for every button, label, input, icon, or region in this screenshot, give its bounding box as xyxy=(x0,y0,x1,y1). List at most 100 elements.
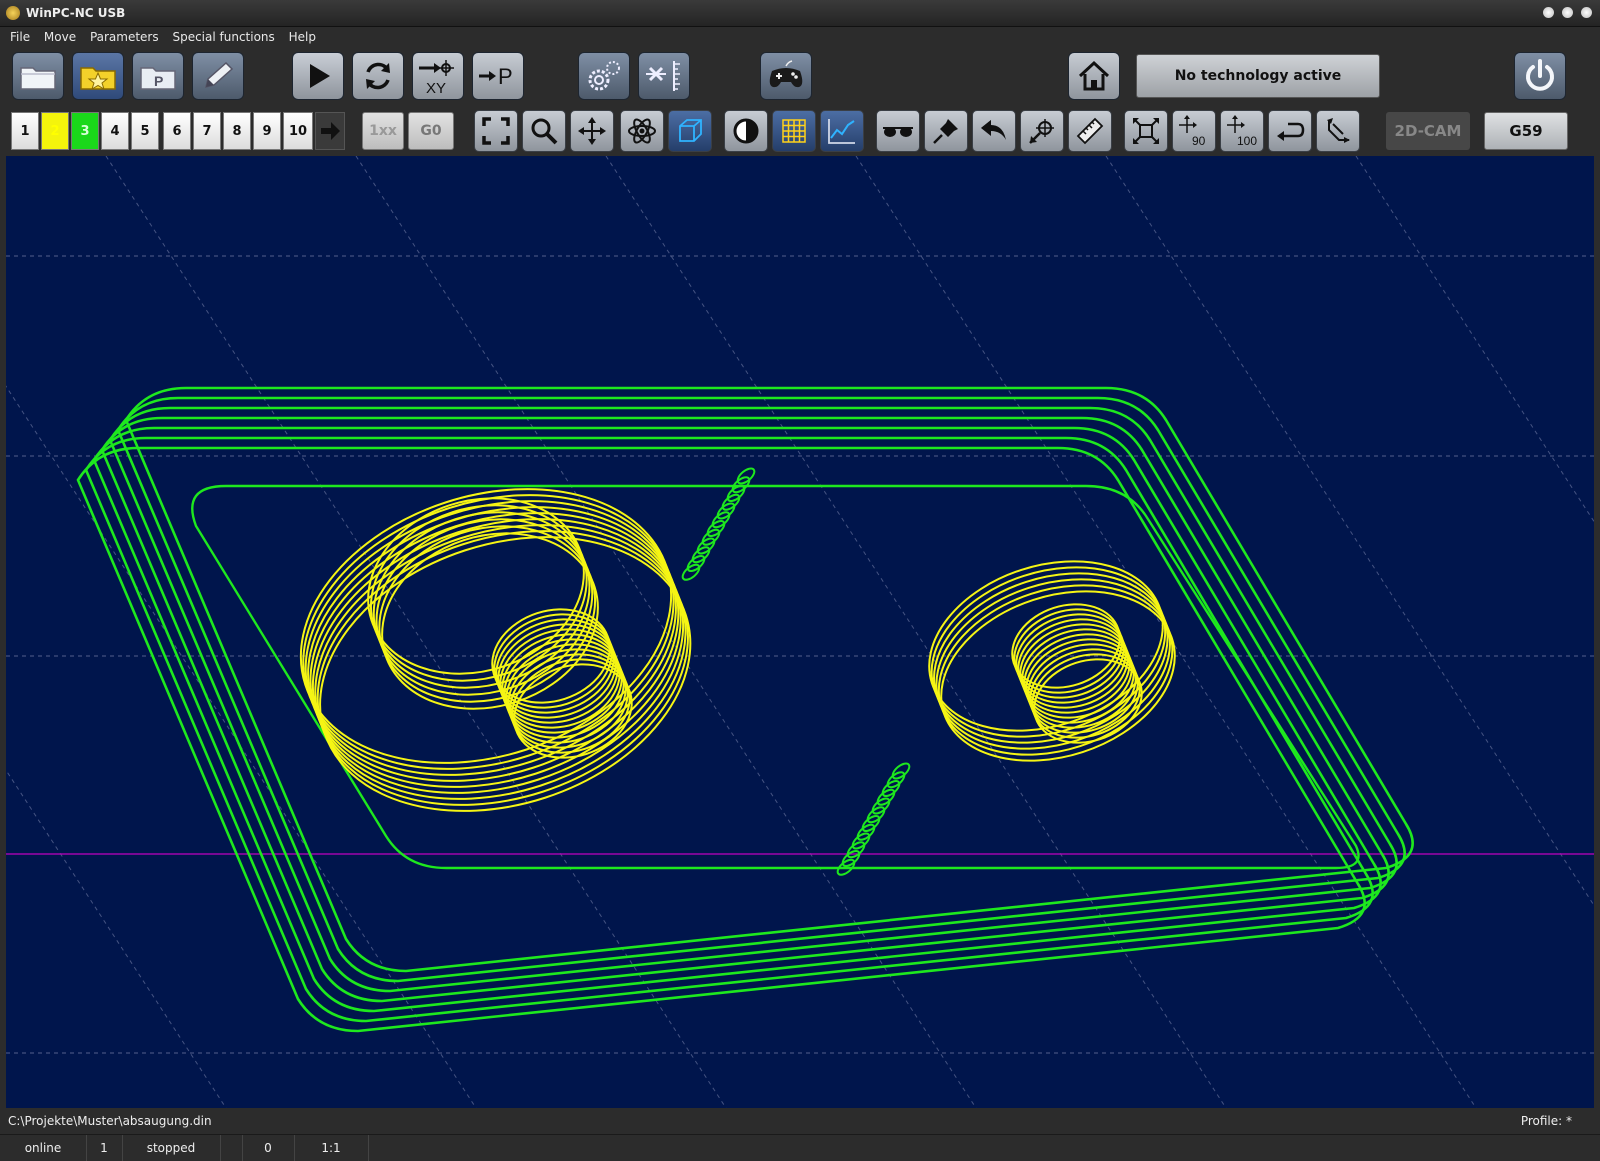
glasses-button[interactable] xyxy=(876,110,920,152)
refresh-icon xyxy=(366,62,390,90)
return-arrow-icon xyxy=(1277,122,1305,141)
toolpath-view[interactable] xyxy=(6,156,1594,1108)
g0-button[interactable]: G0 xyxy=(408,112,454,150)
menu-special-functions[interactable]: Special functions xyxy=(167,27,279,47)
repeat-button[interactable] xyxy=(352,52,404,100)
rotate-90-icon: 90 xyxy=(1179,115,1206,147)
plunge-helix-bottom xyxy=(846,841,866,859)
tool-9-button[interactable]: 9 xyxy=(253,112,281,150)
grid-icon xyxy=(782,119,806,143)
tool-7-button[interactable]: 7 xyxy=(193,112,221,150)
2d-cam-button[interactable]: 2D-CAM xyxy=(1386,112,1470,150)
tool-4-button[interactable]: 4 xyxy=(101,112,129,150)
tool-10-button[interactable]: 10 xyxy=(283,112,313,150)
tool-1-button[interactable]: 1 xyxy=(11,112,39,150)
zoom-all-button[interactable] xyxy=(474,110,518,152)
power-icon xyxy=(1526,59,1554,91)
window-title: WinPC-NC USB xyxy=(26,6,126,20)
home-button[interactable] xyxy=(1068,52,1120,100)
undo-arrow-icon xyxy=(981,120,1006,140)
title-bar: WinPC-NC USB xyxy=(0,0,1600,27)
plunge-helix-bottom xyxy=(856,823,876,841)
open-file-button[interactable] xyxy=(12,52,64,100)
axis-ruler-icon xyxy=(646,61,680,91)
plunge-helix-bottom xyxy=(861,815,881,832)
plunge-helix-bottom xyxy=(876,788,896,806)
menu-move[interactable]: Move xyxy=(39,27,81,47)
return-button[interactable] xyxy=(1268,110,1312,152)
svg-text:P: P xyxy=(498,64,513,89)
maximize-button[interactable] xyxy=(1562,7,1573,18)
manual-move-button[interactable] xyxy=(760,52,812,100)
plunge-helix-top xyxy=(691,546,711,564)
home-icon xyxy=(1078,60,1110,91)
minimize-button[interactable] xyxy=(1543,7,1554,18)
move-origin-button[interactable] xyxy=(1020,110,1064,152)
grid-button[interactable] xyxy=(772,110,816,152)
plunge-helix-bottom xyxy=(886,771,906,789)
tool-5-button[interactable]: 5 xyxy=(131,112,159,150)
simulation-button[interactable] xyxy=(620,110,664,152)
play-icon xyxy=(310,64,330,88)
pin-button[interactable] xyxy=(924,110,968,152)
counter-status: 0 xyxy=(242,1135,295,1161)
folder-star-icon xyxy=(80,67,116,91)
zoom-button[interactable] xyxy=(522,110,566,152)
pencil-icon xyxy=(204,61,234,89)
plunge-helix-top xyxy=(716,502,736,520)
plunge-helix-bottom xyxy=(891,762,911,780)
scale-arrows-icon xyxy=(1133,118,1159,144)
contrast-button[interactable] xyxy=(724,110,768,152)
scale-button[interactable] xyxy=(1124,110,1168,152)
pushpin-icon xyxy=(933,119,958,144)
grid-line xyxy=(605,156,1227,1108)
outer-contour-path xyxy=(76,446,1366,1033)
reference-axes-button[interactable] xyxy=(638,52,690,100)
close-button[interactable] xyxy=(1581,7,1592,18)
plunge-helix-top xyxy=(711,511,731,529)
move-to-park-button[interactable]: P xyxy=(472,52,524,100)
move-arrows-icon xyxy=(578,117,606,145)
edit-button[interactable] xyxy=(192,52,244,100)
menu-parameters[interactable]: Parameters xyxy=(85,27,164,47)
settings-button[interactable] xyxy=(578,52,630,100)
plunge-helix-bottom xyxy=(851,832,871,850)
tool-3-button[interactable]: 3 xyxy=(71,112,99,150)
grid-line xyxy=(1355,156,1594,523)
tool-8-button[interactable]: 8 xyxy=(223,112,251,150)
svg-text:100: 100 xyxy=(1237,134,1257,147)
start-button[interactable] xyxy=(292,52,344,100)
menu-file[interactable]: File xyxy=(0,27,35,47)
outer-contour-path xyxy=(92,426,1382,1013)
g59-offset-button[interactable]: G59 xyxy=(1484,112,1568,150)
pan-button[interactable] xyxy=(570,110,614,152)
fit-screen-icon xyxy=(482,117,510,145)
tool-status: 1 xyxy=(86,1135,123,1161)
undo-button[interactable] xyxy=(972,110,1016,152)
transform-button[interactable] xyxy=(1316,110,1360,152)
line-chart-icon xyxy=(828,119,855,144)
magnifier-icon xyxy=(531,118,558,145)
move-xy-icon: XY xyxy=(419,60,454,96)
status-empty xyxy=(220,1135,243,1161)
measure-button[interactable] xyxy=(1068,110,1112,152)
chart-view-button[interactable] xyxy=(820,110,864,152)
rotate-90-button[interactable]: 90 xyxy=(1172,110,1216,152)
power-button[interactable] xyxy=(1514,52,1566,100)
3d-view-button[interactable] xyxy=(668,110,712,152)
plunge-helix-top xyxy=(701,528,721,546)
plunge-helix-bottom xyxy=(866,806,886,824)
technology-status[interactable]: No technology active xyxy=(1136,54,1380,98)
scale-100-button[interactable]: 100 xyxy=(1220,110,1264,152)
open-parameter-file-button[interactable]: P xyxy=(132,52,184,100)
more-tools-button[interactable] xyxy=(315,112,345,150)
speed-override-button[interactable]: 1xx xyxy=(362,112,404,150)
cube-icon xyxy=(679,119,702,142)
menu-help[interactable]: Help xyxy=(284,27,321,47)
favorites-button[interactable] xyxy=(72,52,124,100)
outer-contour-path xyxy=(84,436,1374,1023)
tool-2-button[interactable]: 2 xyxy=(41,112,69,150)
move-to-xy-button[interactable]: XY xyxy=(412,52,464,100)
toolpath-drawing[interactable] xyxy=(6,156,1594,1108)
tool-6-button[interactable]: 6 xyxy=(163,112,191,150)
